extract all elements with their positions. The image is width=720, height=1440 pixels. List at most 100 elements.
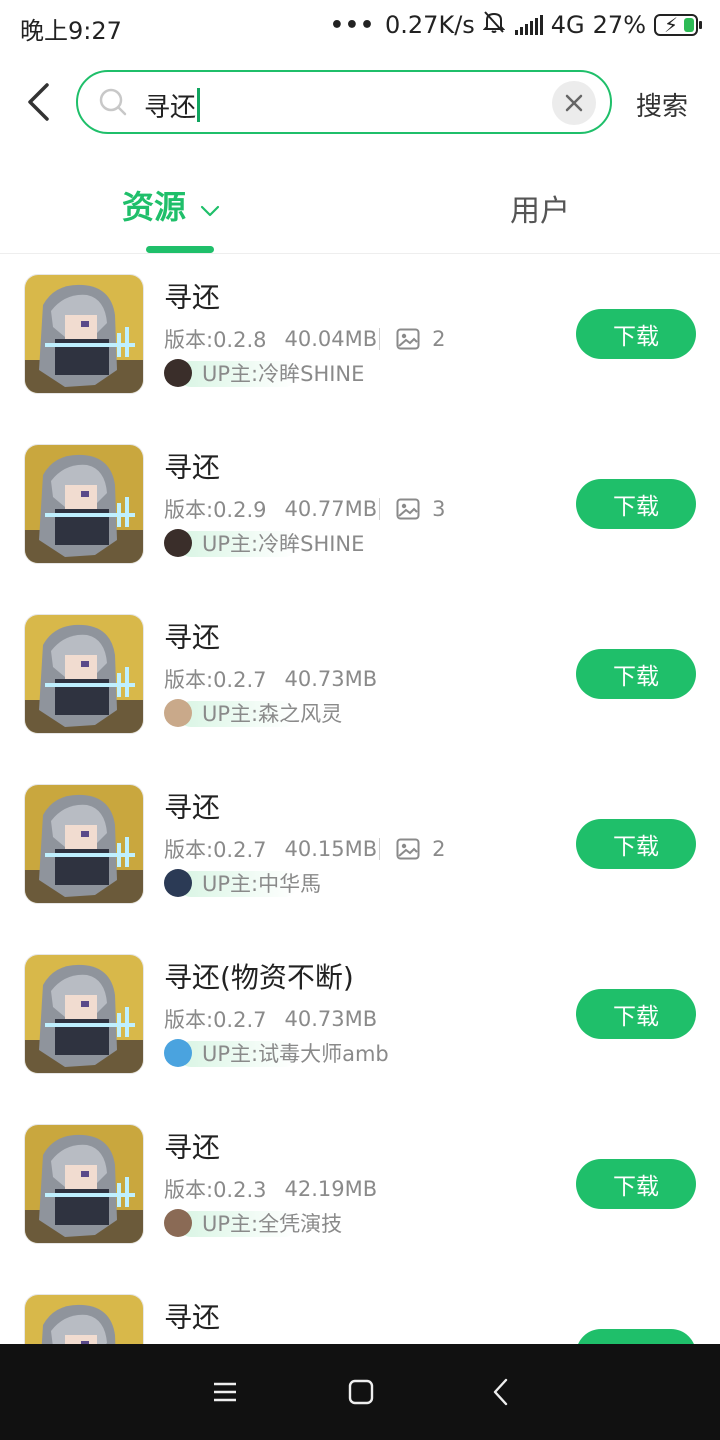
charging-bolt-icon: ⚡ (664, 13, 679, 37)
result-title: 寻还 (164, 451, 221, 484)
status-right: ••• 0.27K/s 4G 27% ⚡ (329, 10, 702, 40)
results-list[interactable]: 寻还 版本:0.2.8 40.04MB 2 UP主:冷眸SHINE 下载 寻还 版本:0.2.… (0, 254, 720, 1344)
result-title: 寻还 (164, 621, 221, 654)
active-tab-indicator (146, 246, 214, 253)
result-version: 版本:0.2.7 (164, 1008, 267, 1032)
network-speed: 0.27K/s (385, 11, 475, 39)
chevron-left-icon (28, 83, 49, 121)
app-icon-art (25, 1295, 143, 1344)
back-button[interactable] (18, 78, 58, 126)
download-button[interactable]: 下载 (576, 479, 696, 529)
app-icon-art (25, 615, 143, 733)
system-nav-bar (0, 1344, 720, 1440)
app-icon[interactable] (24, 444, 144, 564)
result-title: 寻还 (164, 1301, 221, 1334)
chevron-down-icon (200, 187, 220, 225)
result-version: 版本:0.2.9 (164, 498, 267, 522)
result-item[interactable]: 寻还版本:0.2.8 40.04MB 2 UP主:冷眸SHINE 下载 (0, 254, 720, 424)
mute-bell-icon (482, 10, 506, 40)
result-meta: 版本:0.2.7 40.73MB (164, 1004, 377, 1034)
menu-nav-button[interactable] (205, 1374, 245, 1410)
app-icon-art (25, 445, 143, 563)
result-meta: 版本:0.2.7 40.15MB 2 (164, 834, 446, 864)
download-button[interactable]: 下载 (576, 309, 696, 359)
result-size: 40.15MB (284, 837, 378, 861)
result-meta: 版本:0.2.7 40.73MB (164, 664, 377, 694)
app-icon-art (25, 275, 143, 393)
tab-resources-label: 资源 (122, 188, 187, 226)
battery-icon: ⚡ (654, 13, 702, 37)
app-icon[interactable] (24, 784, 144, 904)
signal-icon (514, 15, 545, 35)
image-count: 2 (432, 327, 446, 351)
uploader[interactable]: UP主:冷眸SHINE (164, 358, 364, 388)
result-item[interactable]: 寻还 (0, 1274, 720, 1344)
status-time: 晚上9:27 (20, 17, 122, 45)
back-nav-button[interactable] (480, 1374, 520, 1410)
search-button[interactable]: 搜索 (636, 86, 688, 123)
home-nav-button[interactable] (341, 1374, 381, 1410)
uploader-name: UP主:中华馬 (202, 872, 322, 896)
app-icon[interactable] (24, 1124, 144, 1244)
download-button[interactable]: 下载 (576, 1159, 696, 1209)
uploader-name: UP主:全凭演技 (202, 1212, 343, 1236)
result-size: 40.73MB (284, 1007, 378, 1031)
tab-users[interactable]: 用户 (510, 186, 570, 230)
uploader[interactable]: UP主:冷眸SHINE (164, 528, 364, 558)
image-icon (396, 498, 420, 520)
uploader[interactable]: UP主:全凭演技 (164, 1208, 342, 1238)
battery-percent: 27% (592, 11, 646, 39)
app-icon-art (25, 785, 143, 903)
uploader[interactable]: UP主:森之风灵 (164, 698, 342, 728)
text-caret (197, 88, 201, 122)
avatar (164, 529, 192, 557)
uploader[interactable]: UP主:试毒大师amb (164, 1038, 389, 1068)
home-square-icon (348, 1379, 374, 1405)
result-item[interactable]: 寻还版本:0.2.3 42.19MB UP主:全凭演技 下载 (0, 1104, 720, 1274)
meta-separator (379, 838, 381, 860)
result-meta: 版本:0.2.8 40.04MB 2 (164, 324, 446, 354)
result-version: 版本:0.2.8 (164, 328, 267, 352)
battery-fill (684, 18, 694, 32)
image-count: 2 (432, 837, 446, 861)
tab-resources[interactable]: 资源 (122, 182, 220, 228)
app-icon[interactable] (24, 274, 144, 394)
result-item[interactable]: 寻还版本:0.2.7 40.73MB UP主:森之风灵 下载 (0, 594, 720, 764)
search-query-text[interactable]: 寻还 (144, 87, 201, 124)
download-button[interactable]: 下载 (576, 649, 696, 699)
meta-separator (379, 498, 381, 520)
search-query-value: 寻还 (144, 93, 197, 123)
download-button[interactable]: 下载 (576, 989, 696, 1039)
download-button[interactable]: 下载 (576, 819, 696, 869)
result-size: 42.19MB (284, 1177, 378, 1201)
result-meta: 版本:0.2.3 42.19MB (164, 1174, 377, 1204)
result-item[interactable]: 寻还 版本:0.2.7 40.15MB 2 UP主:中华馬 下载 (0, 764, 720, 934)
result-item[interactable]: 寻还 版本:0.2.9 40.77MB 3 UP主:冷眸SHINE 下载 (0, 424, 720, 594)
result-version: 版本:0.2.3 (164, 1178, 267, 1202)
menu-icon (214, 1382, 236, 1402)
result-title: 寻还(物资不断) (164, 961, 354, 994)
uploader-name: UP主:冷眸SHINE (202, 362, 365, 386)
avatar (164, 699, 192, 727)
status-dots: ••• (329, 12, 376, 38)
search-results-page: 晚上9:27 ••• 0.27K/s 4G 27% ⚡ 寻还 搜索 资源 用户 … (0, 0, 720, 1440)
avatar (164, 869, 192, 897)
app-icon[interactable] (24, 1294, 144, 1344)
result-size: 40.04MB (284, 327, 378, 351)
app-icon[interactable] (24, 954, 144, 1074)
uploader[interactable]: UP主:中华馬 (164, 868, 321, 898)
avatar (164, 1209, 192, 1237)
result-title: 寻还 (164, 281, 221, 314)
app-icon-art (25, 1125, 143, 1243)
result-title: 寻还 (164, 1131, 221, 1164)
avatar (164, 1039, 192, 1067)
result-item[interactable]: 寻还(物资不断) 版本:0.2.7 40.73MB UP主:试毒大师amb 下载 (0, 934, 720, 1104)
back-arrow-icon (493, 1378, 508, 1406)
uploader-name: UP主:冷眸SHINE (202, 532, 365, 556)
search-input[interactable]: 寻还 (76, 70, 612, 134)
image-icon (396, 838, 420, 860)
download-button[interactable] (576, 1329, 696, 1344)
app-icon[interactable] (24, 614, 144, 734)
avatar (164, 359, 192, 387)
clear-search-button[interactable] (552, 81, 596, 125)
